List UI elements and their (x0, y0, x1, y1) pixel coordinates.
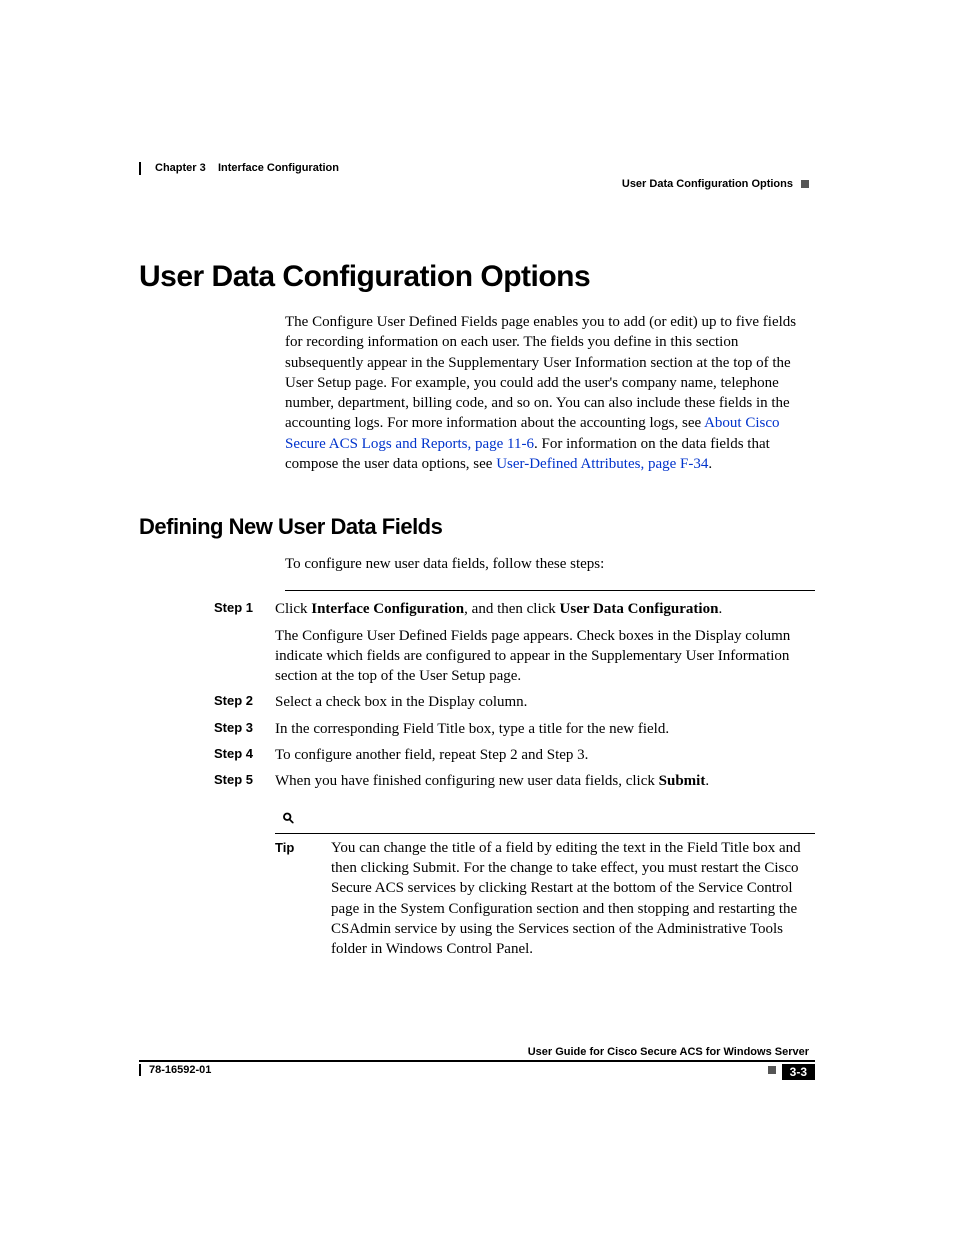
page-footer: User Guide for Cisco Secure ACS for Wind… (139, 1046, 815, 1080)
step-label: Step 4 (214, 745, 275, 761)
steps-divider (285, 590, 815, 591)
step-label: Step 2 (214, 692, 275, 708)
tip-label: Tip (275, 838, 331, 857)
intro-text-3: . (708, 456, 712, 472)
tip-block: ⌕ Tip You can change the title of a fiel… (275, 801, 815, 959)
chapter-num: Chapter 3 (155, 162, 206, 174)
step-1-note: The Configure User Defined Fields page a… (275, 626, 815, 687)
section-title: User Data Configuration Options (622, 178, 793, 190)
page-title: User Data Configuration Options (139, 260, 815, 294)
header-right: User Data Configuration Options (622, 178, 815, 190)
step-body: Click Interface Configuration, and then … (275, 599, 815, 686)
chapter-title: Interface Configuration (218, 162, 339, 174)
step-4: Step 4 To configure another field, repea… (214, 745, 815, 765)
step-label: Step 5 (214, 771, 275, 787)
step-label: Step 1 (214, 599, 275, 615)
header-left: Chapter 3 Interface Configuration (139, 162, 339, 175)
step-5: Step 5 When you have finished configurin… (214, 771, 815, 959)
section-intro-text: To configure new user data fields, follo… (285, 554, 815, 574)
step-label: Step 3 (214, 719, 275, 735)
section-heading: Defining New User Data Fields (139, 514, 815, 540)
step-body: When you have finished configuring new u… (275, 771, 815, 959)
step-body: In the corresponding Field Title box, ty… (275, 719, 815, 739)
step-body: To configure another field, repeat Step … (275, 745, 815, 765)
steps-block: Step 1 Click Interface Configuration, an… (214, 590, 815, 959)
step-3: Step 3 In the corresponding Field Title … (214, 719, 815, 739)
running-header: Chapter 3 Interface Configuration User D… (139, 162, 815, 190)
footer-page-number: 3-3 (782, 1064, 815, 1080)
xref-user-defined-attrs[interactable]: User-Defined Attributes, page F-34 (496, 456, 708, 472)
tip-icon: ⌕ (281, 801, 293, 831)
section-intro: To configure new user data fields, follo… (285, 554, 815, 574)
tip-divider (275, 833, 815, 834)
intro-paragraph: The Configure User Defined Fields page e… (285, 312, 815, 474)
intro-text-1: The Configure User Defined Fields page e… (285, 314, 796, 431)
footer-guide-title: User Guide for Cisco Secure ACS for Wind… (528, 1046, 809, 1058)
header-square-icon (801, 180, 809, 188)
step-body: Select a check box in the Display column… (275, 692, 815, 712)
footer-docnum: 78-16592-01 (139, 1064, 211, 1076)
tip-body: You can change the title of a field by e… (331, 838, 815, 960)
step-1: Step 1 Click Interface Configuration, an… (214, 599, 815, 686)
footer-square-icon (768, 1066, 776, 1074)
page-content: Chapter 3 Interface Configuration User D… (139, 162, 815, 965)
step-2: Step 2 Select a check box in the Display… (214, 692, 815, 712)
